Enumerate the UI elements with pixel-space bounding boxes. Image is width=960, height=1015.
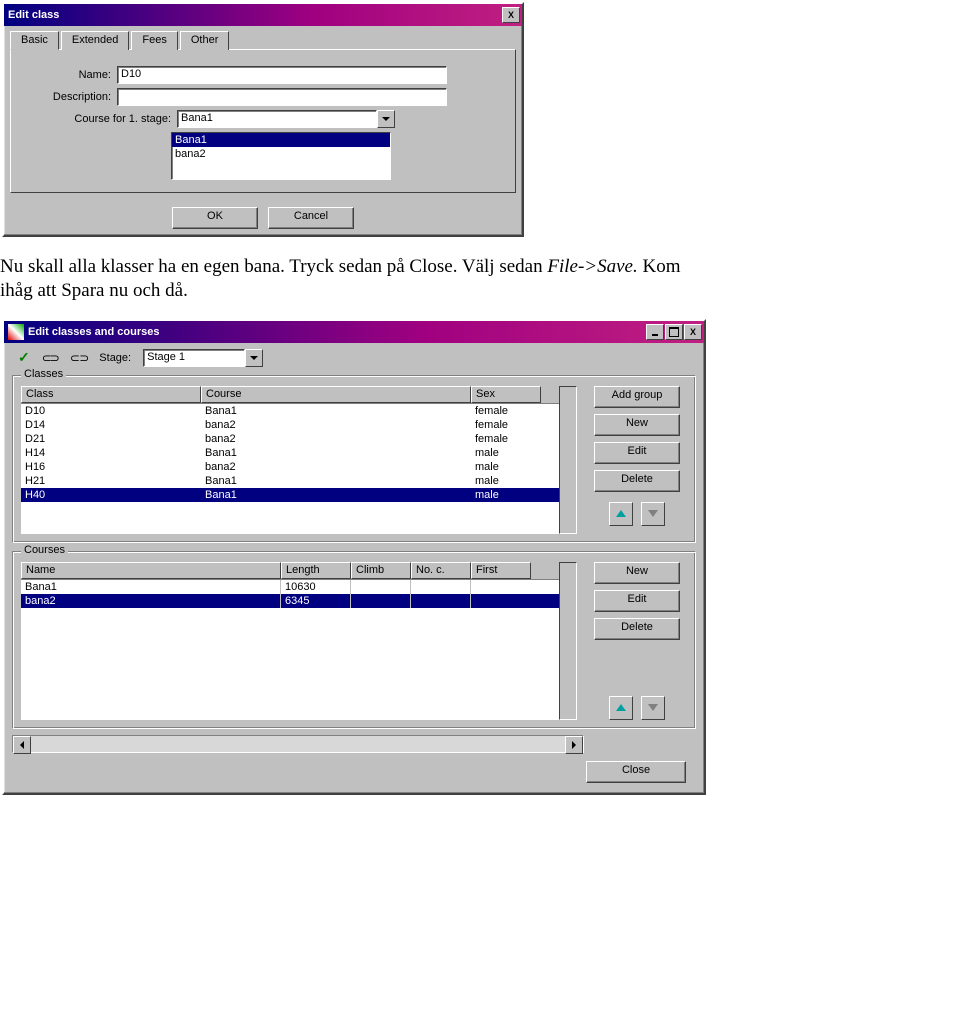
tab-other[interactable]: Other: [180, 31, 230, 50]
paragraph-text: Nu skall alla klasser ha en egen bana. T…: [0, 256, 547, 277]
classes-grid[interactable]: D10Bana1femaleD14bana2femaleD21bana2fema…: [21, 403, 559, 534]
classes-header: Class Course Sex: [21, 386, 559, 403]
group-legend: Classes: [21, 368, 66, 380]
description-input[interactable]: [117, 88, 447, 106]
close-icon[interactable]: X: [684, 324, 702, 340]
col-course[interactable]: Course: [201, 386, 471, 403]
chevron-down-icon[interactable]: [245, 349, 263, 367]
delete-course-button[interactable]: Delete: [594, 618, 680, 640]
courses-group: Courses Name Length Climb No. c. First B…: [12, 551, 696, 729]
table-row[interactable]: D10Bana1female: [21, 404, 559, 418]
col-class[interactable]: Class: [21, 386, 201, 403]
app-icon: [8, 324, 24, 340]
col-name[interactable]: Name: [21, 562, 281, 579]
tab-fees[interactable]: Fees: [131, 31, 177, 50]
name-label: Name:: [21, 69, 117, 81]
edit-class-button[interactable]: Edit: [594, 442, 680, 464]
table-row[interactable]: H14Bana1male: [21, 446, 559, 460]
new-course-button[interactable]: New: [594, 562, 680, 584]
edit-classes-courses-window: Edit classes and courses X ✓ ⊂⊃ ⊂ ⊃ Stag…: [2, 319, 706, 795]
col-noc[interactable]: No. c.: [411, 562, 471, 579]
minimize-icon[interactable]: [646, 324, 664, 340]
body-paragraph: Nu skall alla klasser ha en egen bana. T…: [0, 255, 700, 303]
col-first[interactable]: First: [471, 562, 531, 579]
move-up-button[interactable]: [609, 502, 633, 526]
vertical-scrollbar[interactable]: [559, 562, 577, 720]
ok-button[interactable]: OK: [172, 207, 258, 229]
window-title: Edit class: [8, 9, 59, 21]
col-climb[interactable]: Climb: [351, 562, 411, 579]
scroll-right-icon[interactable]: [565, 736, 583, 754]
add-group-button[interactable]: Add group: [594, 386, 680, 408]
classes-group: Classes Class Course Sex D10Bana1femaleD…: [12, 375, 696, 543]
name-input[interactable]: D10: [117, 66, 447, 84]
tab-strip: Basic Extended Fees Other: [4, 26, 522, 49]
check-icon[interactable]: ✓: [18, 349, 30, 366]
stage-label: Stage:: [99, 352, 131, 364]
tab-extended[interactable]: Extended: [61, 31, 129, 50]
paragraph-italic: File->Save.: [547, 256, 637, 277]
link-icon[interactable]: ⊂⊃: [42, 351, 58, 365]
tab-panel-basic: Name: D10 Description: Course for 1. sta…: [10, 49, 516, 193]
table-row[interactable]: H21Bana1male: [21, 474, 559, 488]
course-label: Course for 1. stage:: [21, 113, 177, 125]
table-row[interactable]: H40Bana1male: [21, 488, 559, 502]
table-row[interactable]: Bana110630: [21, 580, 559, 594]
delete-class-button[interactable]: Delete: [594, 470, 680, 492]
course-option[interactable]: Bana1: [172, 133, 390, 147]
col-length[interactable]: Length: [281, 562, 351, 579]
unlink-icon[interactable]: ⊂ ⊃: [70, 351, 87, 365]
col-sex[interactable]: Sex: [471, 386, 541, 403]
edit-course-button[interactable]: Edit: [594, 590, 680, 612]
toolbar: ✓ ⊂⊃ ⊂ ⊃ Stage: Stage 1: [4, 343, 704, 367]
move-down-button[interactable]: [641, 696, 665, 720]
maximize-icon[interactable]: [665, 324, 683, 340]
cancel-button[interactable]: Cancel: [268, 207, 354, 229]
course-option[interactable]: bana2: [172, 147, 390, 161]
group-legend: Courses: [21, 544, 68, 556]
course-combo[interactable]: Bana1: [177, 110, 377, 128]
courses-grid[interactable]: Bana110630bana26345: [21, 579, 559, 720]
stage-combo[interactable]: Stage 1: [143, 349, 245, 367]
table-row[interactable]: bana26345: [21, 594, 559, 608]
titlebar[interactable]: Edit class X: [4, 4, 522, 26]
horizontal-scrollbar[interactable]: [12, 735, 584, 753]
edit-class-window: Edit class X Basic Extended Fees Other N…: [2, 2, 524, 237]
table-row[interactable]: D14bana2female: [21, 418, 559, 432]
description-label: Description:: [21, 91, 117, 103]
window-title: Edit classes and courses: [28, 326, 159, 338]
courses-header: Name Length Climb No. c. First: [21, 562, 559, 579]
chevron-down-icon[interactable]: [377, 110, 395, 128]
titlebar[interactable]: Edit classes and courses X: [4, 321, 704, 343]
table-row[interactable]: H16bana2male: [21, 460, 559, 474]
close-button[interactable]: Close: [586, 761, 686, 783]
tab-basic[interactable]: Basic: [10, 31, 59, 50]
course-listbox[interactable]: Bana1 bana2: [171, 132, 391, 180]
close-icon[interactable]: X: [502, 7, 520, 23]
scroll-left-icon[interactable]: [13, 736, 31, 754]
table-row[interactable]: D21bana2female: [21, 432, 559, 446]
move-up-button[interactable]: [609, 696, 633, 720]
move-down-button[interactable]: [641, 502, 665, 526]
vertical-scrollbar[interactable]: [559, 386, 577, 534]
new-class-button[interactable]: New: [594, 414, 680, 436]
